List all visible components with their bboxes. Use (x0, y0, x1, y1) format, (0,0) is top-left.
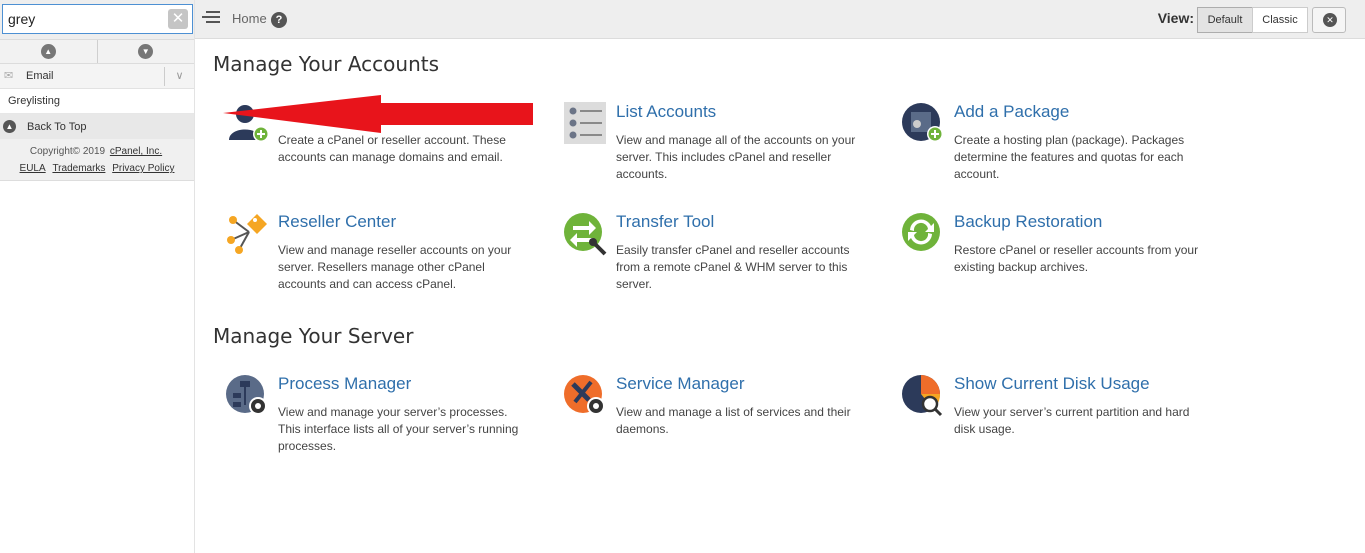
collapse-sidebar-icon[interactable] (202, 11, 220, 25)
top-bar: Home ? View: Default Classic ✕ (195, 0, 1365, 39)
clear-search-icon[interactable]: ✕ (168, 9, 188, 29)
arrow-up-icon: ▲ (3, 120, 16, 133)
copyright-text: Copyright© 2019 (29, 146, 106, 157)
email-icon: ✉ (4, 70, 14, 82)
back-to-top-button[interactable]: ▲ Back To Top (0, 114, 194, 139)
item-title[interactable]: Reseller Center (278, 212, 396, 232)
search-area: ✕ (0, 0, 194, 39)
scroll-down-button[interactable]: ▼ (98, 40, 195, 63)
scroll-up-button[interactable]: ▲ (0, 40, 98, 63)
item-title[interactable]: Process Manager (278, 374, 411, 394)
search-input[interactable] (3, 5, 163, 33)
copyright-line: Copyright© 2019 cPanel, Inc. (0, 143, 194, 160)
backup-restoration-icon (902, 213, 940, 251)
help-icon[interactable]: ? (271, 12, 287, 28)
view-default-button[interactable]: Default (1197, 7, 1253, 33)
sidebar-footer: Copyright© 2019 cPanel, Inc. EULA Tradem… (0, 139, 194, 181)
search-box: ✕ (2, 4, 193, 34)
disk-usage-icon (902, 375, 943, 417)
item-description: Create a cPanel or reseller account. The… (278, 133, 506, 164)
process-manager-icon (226, 375, 267, 415)
transfer-tool-icon (564, 213, 607, 256)
item-description: View and manage a list of services and t… (616, 405, 851, 436)
view-label: View: (1157, 10, 1194, 26)
section-title-accounts: Manage Your Accounts (213, 52, 440, 76)
item-description: View and manage reseller accounts on you… (278, 243, 512, 291)
chevron-down-icon: ▼ (138, 44, 154, 59)
category-email[interactable]: ✉ Email ∨ (0, 64, 194, 89)
section-title-server: Manage Your Server (213, 324, 414, 348)
item-description: Restore cPanel or reseller accounts from… (954, 243, 1199, 274)
reseller-center-icon (227, 214, 267, 254)
item-title[interactable]: List Accounts (616, 102, 716, 122)
sidebar-item-greylisting[interactable]: Greylisting (0, 89, 194, 114)
close-button[interactable]: ✕ (1312, 7, 1346, 33)
main-content: Manage Your Accounts Create a cPanel or … (195, 40, 1365, 553)
footer-links: EULA Trademarks Privacy Policy (0, 160, 194, 177)
service-manager-icon (564, 375, 605, 415)
privacy-policy-link[interactable]: Privacy Policy (112, 163, 174, 174)
item-description: View your server’s current partition and… (954, 405, 1190, 436)
item-description: View and manage your server’s processes.… (278, 405, 519, 453)
close-icon: ✕ (1323, 13, 1337, 27)
item-description: Easily transfer cPanel and reseller acco… (616, 243, 850, 291)
add-package-icon (902, 103, 943, 142)
sidebar: ✕ ▲ ▼ ✉ Email ∨ Greylisting ▲ Back To To… (0, 0, 195, 553)
annotation-arrow-icon (223, 95, 533, 133)
chevron-up-icon: ▲ (40, 44, 56, 59)
cpanel-link[interactable]: cPanel, Inc. (110, 146, 162, 157)
item-title[interactable]: Show Current Disk Usage (954, 374, 1150, 394)
collapse-toggle-icon[interactable]: ∨ (164, 67, 194, 86)
item-title[interactable]: Service Manager (616, 374, 745, 394)
item-title[interactable]: Transfer Tool (616, 212, 714, 232)
item-title[interactable]: Add a Package (954, 102, 1069, 122)
eula-link[interactable]: EULA (20, 163, 46, 174)
list-accounts-icon (564, 102, 606, 144)
item-description: Create a hosting plan (package). Package… (954, 133, 1185, 181)
breadcrumb-home[interactable]: Home (232, 11, 267, 26)
back-to-top-label: Back To Top (27, 120, 87, 133)
item-description: View and manage all of the accounts on y… (616, 133, 856, 181)
item-title[interactable]: Backup Restoration (954, 212, 1102, 232)
sidebar-nav-arrows: ▲ ▼ (0, 39, 194, 64)
trademarks-link[interactable]: Trademarks (52, 163, 105, 174)
category-label: Email (26, 70, 54, 82)
view-classic-button[interactable]: Classic (1252, 7, 1308, 33)
